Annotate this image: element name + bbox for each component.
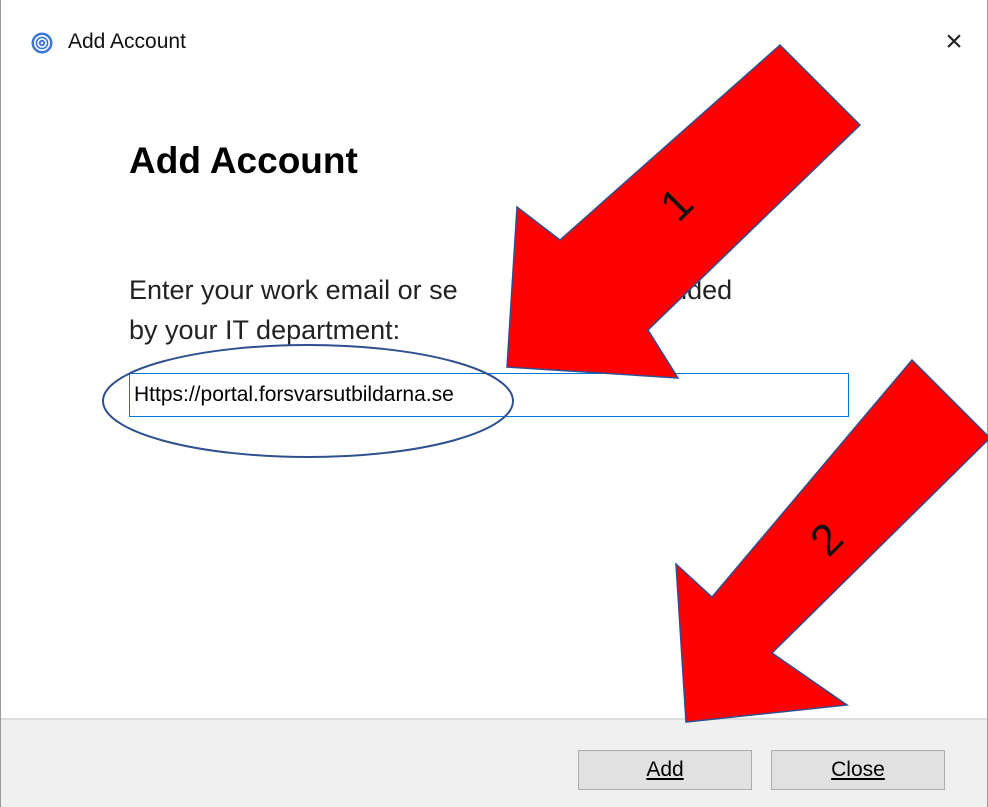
close-button-label: Close [831, 758, 885, 781]
instruction-line-2: by your IT department: [129, 315, 401, 345]
add-button[interactable]: Add [578, 750, 752, 790]
page-title: Add Account [129, 140, 358, 181]
instruction-line-1: Enter your work email or se [129, 275, 458, 305]
instruction-line-1-tail: s provided [607, 275, 733, 305]
server-url-input[interactable] [129, 373, 849, 417]
add-button-label: Add [646, 758, 684, 781]
add-account-window: Add Account × Add Account Enter your wor… [0, 0, 988, 807]
close-button[interactable]: Close [771, 750, 945, 790]
close-icon[interactable]: × [939, 27, 969, 57]
app-swirl-icon [31, 32, 53, 54]
instruction-text: Enter your work email or se s provided by… [129, 270, 889, 350]
title-bar: Add Account × [1, 0, 987, 88]
window-title: Add Account [68, 30, 186, 53]
